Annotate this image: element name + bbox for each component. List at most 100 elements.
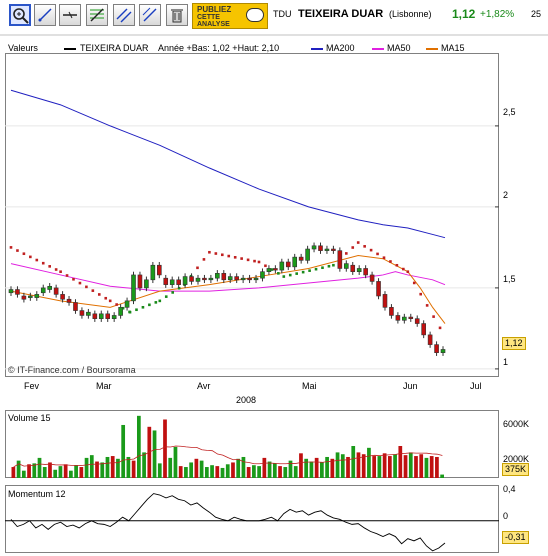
candle-body bbox=[105, 313, 111, 319]
volume-bar bbox=[79, 467, 84, 478]
volume-bar bbox=[37, 457, 42, 478]
month-jul: Jul bbox=[470, 381, 482, 391]
sar-dot bbox=[425, 304, 429, 307]
legend-ma50-swatch bbox=[372, 48, 384, 50]
sar-dot bbox=[344, 252, 348, 255]
volume-bar bbox=[257, 466, 261, 478]
volume-bar bbox=[84, 457, 89, 478]
fibonacci-icon[interactable] bbox=[86, 4, 108, 26]
volume-bar bbox=[21, 470, 26, 478]
candle-body bbox=[279, 261, 285, 271]
volume-bar bbox=[215, 466, 220, 478]
momentum-tick-0: 0 bbox=[503, 511, 509, 521]
volume-bar bbox=[325, 456, 329, 478]
sar-dot bbox=[321, 266, 324, 270]
volume-bar bbox=[16, 460, 21, 478]
candle-body bbox=[60, 294, 65, 300]
legend-ma200-swatch bbox=[311, 48, 323, 50]
candle-body bbox=[163, 277, 169, 285]
horizontal-line-icon[interactable] bbox=[59, 4, 81, 26]
sar-dot bbox=[48, 265, 51, 268]
price-tick-1-5: 1,5 bbox=[503, 274, 516, 284]
volume-bar bbox=[335, 452, 340, 478]
ad-line-2: CETTE bbox=[197, 14, 220, 21]
sar-dot bbox=[35, 258, 39, 262]
volume-bar bbox=[340, 454, 345, 478]
candle-body bbox=[266, 268, 272, 273]
parallel-lines-icon[interactable] bbox=[139, 4, 161, 26]
candle-body bbox=[273, 268, 278, 271]
candle-body bbox=[15, 289, 20, 295]
legend-series-name: TEIXEIRA DUAR bbox=[80, 43, 149, 53]
sar-dot bbox=[91, 289, 95, 292]
volume-bar bbox=[152, 430, 157, 478]
sar-dot bbox=[288, 273, 292, 277]
sar-dot bbox=[356, 241, 360, 244]
publish-analysis-banner[interactable]: PUBLIEZ CETTE ANALYSE bbox=[192, 3, 268, 29]
candle-body bbox=[47, 285, 52, 290]
channel-icon[interactable] bbox=[113, 4, 135, 26]
candle-body bbox=[337, 250, 343, 269]
volume-bar bbox=[136, 415, 141, 478]
sar-dot bbox=[97, 293, 101, 296]
candle-body bbox=[382, 294, 388, 308]
volume-bar bbox=[74, 465, 78, 478]
sar-dot bbox=[220, 253, 224, 257]
candle-body bbox=[356, 268, 362, 273]
candle-body bbox=[28, 295, 33, 298]
sar-dot bbox=[141, 305, 145, 309]
zoom-icon[interactable] bbox=[9, 4, 31, 26]
legend-ma15-swatch bbox=[426, 48, 438, 50]
candle-body bbox=[427, 334, 433, 345]
current-price-tag: 1,12 bbox=[502, 337, 526, 350]
month-avr: Avr bbox=[197, 381, 211, 391]
volume-bar bbox=[89, 455, 94, 478]
momentum-chart bbox=[5, 493, 499, 552]
volume-bar bbox=[314, 457, 319, 478]
candle-body bbox=[408, 316, 414, 319]
sar-dot bbox=[54, 268, 58, 271]
volume-bar bbox=[361, 454, 366, 478]
sar-dot bbox=[22, 252, 26, 256]
sar-dot bbox=[202, 258, 206, 261]
ticker-change: +1,82% bbox=[480, 9, 515, 20]
candle-body bbox=[111, 315, 117, 319]
candle-body bbox=[395, 315, 401, 321]
sar-dot bbox=[246, 258, 250, 262]
sar-dot bbox=[208, 250, 211, 254]
volume-bar bbox=[110, 456, 115, 478]
volume-bar bbox=[435, 456, 439, 478]
sar-dot bbox=[282, 275, 286, 278]
trendline-icon[interactable] bbox=[34, 4, 56, 26]
candle-body bbox=[331, 248, 336, 251]
ad-line-1: PUBLIEZ bbox=[197, 5, 232, 14]
volume-tick-6000k: 6000K bbox=[503, 419, 530, 429]
sar-dot bbox=[432, 315, 435, 318]
candle-body bbox=[318, 245, 323, 251]
trash-icon[interactable] bbox=[166, 4, 188, 26]
sar-dot bbox=[104, 296, 108, 300]
volume-bar bbox=[272, 463, 277, 478]
volume-bar bbox=[236, 458, 241, 478]
momentum-line bbox=[10, 493, 446, 552]
candle-body bbox=[202, 277, 207, 281]
volume-bar bbox=[403, 455, 408, 478]
sar-dot bbox=[308, 269, 311, 272]
sar-dot bbox=[295, 272, 298, 275]
volume-bar bbox=[262, 457, 267, 478]
sar-dot bbox=[59, 270, 62, 273]
sar-dot bbox=[301, 270, 305, 274]
volume-chart bbox=[11, 415, 444, 478]
candle-body bbox=[66, 298, 72, 303]
candle-body bbox=[285, 261, 291, 268]
volume-bar bbox=[299, 453, 303, 478]
candle-body bbox=[440, 349, 446, 353]
volume-bar bbox=[424, 457, 429, 478]
candle-body bbox=[247, 277, 252, 281]
volume-bar bbox=[440, 474, 444, 478]
month-jun: Jun bbox=[403, 381, 418, 391]
year-label: 2008 bbox=[236, 395, 257, 405]
candle-body bbox=[208, 277, 214, 281]
toolbar: PUBLIEZ CETTE ANALYSE TDU TEIXEIRA DUAR … bbox=[0, 0, 548, 34]
sar-dot bbox=[412, 281, 416, 285]
